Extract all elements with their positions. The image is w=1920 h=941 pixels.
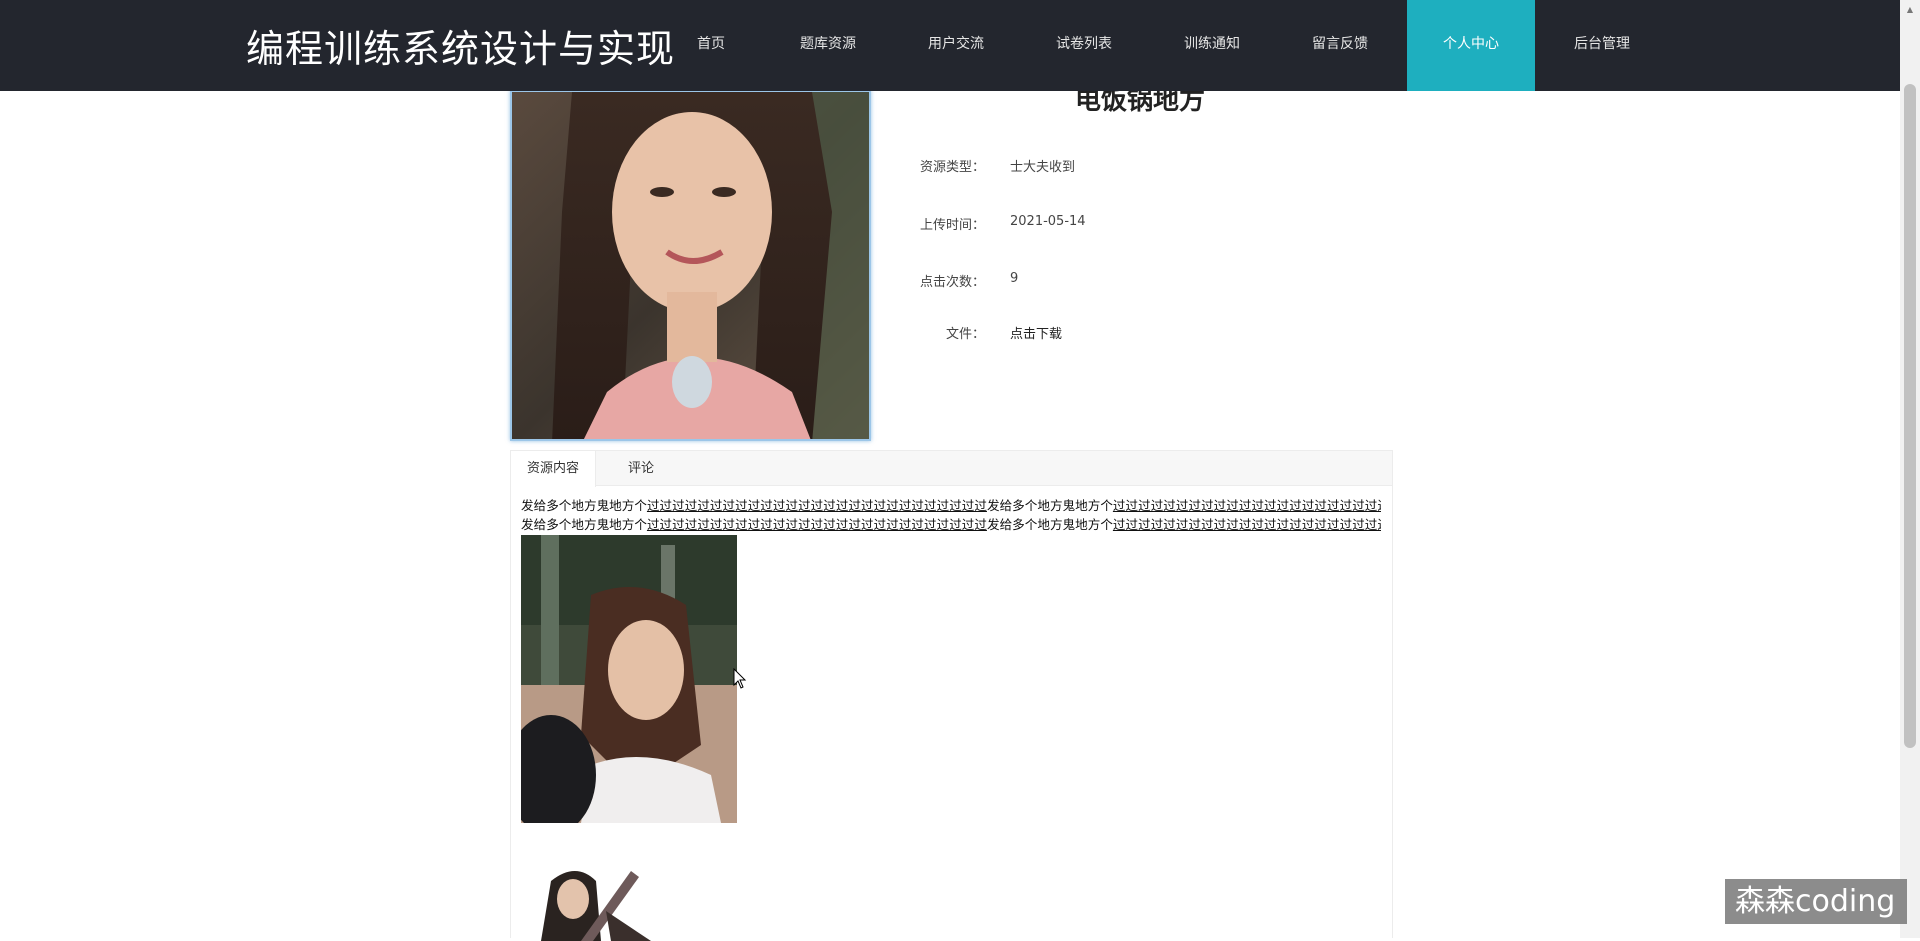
click-count-value: 9 xyxy=(1010,271,1019,286)
content-segment: 发给多个地方鬼地方个 xyxy=(986,498,1113,513)
nav-personal-center[interactable]: 个人中心 xyxy=(1407,0,1535,91)
nav-feedback[interactable]: 留言反馈 xyxy=(1290,0,1390,91)
tab-bar: 资源内容 评论 xyxy=(511,451,1392,487)
resource-content-text: 发给多个地方鬼地方个过过过过过过过过过过过过过过过过过过过过过过过过过过过发给多… xyxy=(521,496,1381,534)
content-line-2: 发给多个地方鬼地方个过过过过过过过过过过过过过过过过过过过过过过过过过过过发给多… xyxy=(521,515,1381,534)
site-title: 编程训练系统设计与实现 xyxy=(246,27,676,71)
nav-home[interactable]: 首页 xyxy=(660,0,762,91)
content-image-1 xyxy=(521,535,737,823)
file-label: 文件： xyxy=(945,327,985,342)
mouse-cursor-icon xyxy=(733,667,747,694)
top-navbar: 编程训练系统设计与实现 首页 题库资源 用户交流 试卷列表 训练通知 留言反馈 … xyxy=(0,0,1900,91)
resource-cover-image xyxy=(510,90,871,441)
content-segment: 发给多个地方鬼地方个 xyxy=(521,517,647,532)
resource-tabs-panel: 资源内容 评论 发给多个地方鬼地方个过过过过过过过过过过过过过过过过过过过过过过… xyxy=(510,450,1393,941)
content-segment: 过过过过过过过过过过过过过过过过过过过过过过过过过过过 xyxy=(646,498,987,513)
photo-woman-outdoors xyxy=(521,535,737,823)
scrollbar-thumb[interactable] xyxy=(1904,84,1916,748)
content-segment: 发给多个地方鬼地方个 xyxy=(521,498,647,513)
tab-comments[interactable]: 评论 xyxy=(611,451,671,487)
nav-training-notice[interactable]: 训练通知 xyxy=(1162,0,1262,91)
content-segment: 发给多个地方鬼地方个 xyxy=(986,517,1113,532)
content-segment: 过过过过过过过过过过过过过过过过过过过过过过过过过过过过过过过 xyxy=(1112,517,1381,532)
content-segment: 过过过过过过过过过过过过过过过过过过过过过过过过过过过过过过过 xyxy=(1112,498,1381,513)
scroll-up-arrow-icon[interactable]: ▲ xyxy=(1900,0,1920,20)
type-label: 资源类型： xyxy=(919,160,985,175)
nav-user-exchange[interactable]: 用户交流 xyxy=(906,0,1006,91)
upload-time-value: 2021-05-14 xyxy=(1010,214,1086,229)
click-count-label: 点击次数： xyxy=(919,275,985,290)
nav-question-bank[interactable]: 题库资源 xyxy=(778,0,878,91)
portrait-photo xyxy=(512,92,869,439)
content-line-1: 发给多个地方鬼地方个过过过过过过过过过过过过过过过过过过过过过过过过过过过发给多… xyxy=(521,496,1381,515)
watermark: 森森coding xyxy=(1725,879,1907,924)
upload-time-label: 上传时间： xyxy=(919,218,985,233)
download-link[interactable]: 点击下载 xyxy=(1010,323,1062,342)
content-image-2 xyxy=(521,851,661,941)
tab-resource-content[interactable]: 资源内容 xyxy=(511,451,596,487)
content-segment: 过过过过过过过过过过过过过过过过过过过过过过过过过过过 xyxy=(646,517,987,532)
nav-admin[interactable]: 后台管理 xyxy=(1552,0,1652,91)
nav-exam-list[interactable]: 试卷列表 xyxy=(1034,0,1134,91)
photo-swordsman xyxy=(521,851,661,941)
type-value: 士大夫收到 xyxy=(1010,160,1076,175)
